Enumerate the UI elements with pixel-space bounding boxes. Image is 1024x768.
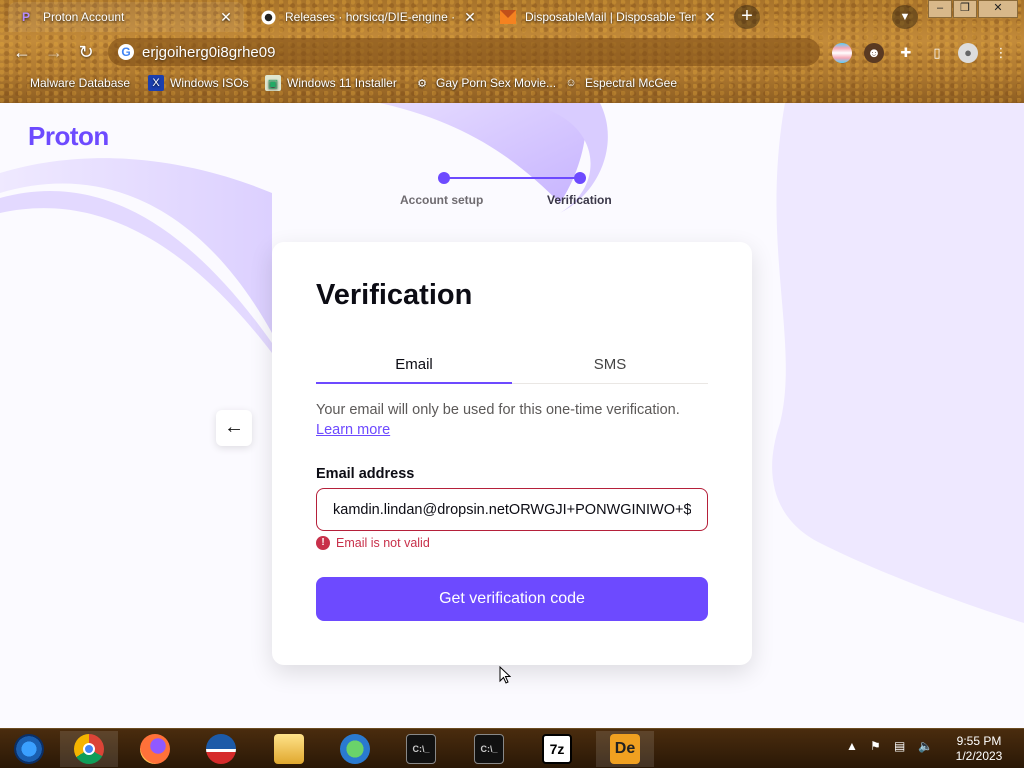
info-text-block: Your email will only be used for this on… [316,400,716,440]
image-icon: ▣ [265,75,281,91]
google-icon: G [118,44,134,60]
bookmark-label: Windows 11 Installer [287,76,397,90]
get-verification-code-button[interactable]: Get verification code [316,577,708,621]
taskbar: C:\_ C:\_ 7z De ▲ ⚑ ▤ 🔈 9:55 PM 1/2/2023 [0,728,1024,768]
browser-chrome: P Proton Account ✕ Releases · horsicq/DI… [0,0,1024,103]
mail-favicon-icon [500,9,516,25]
tab-title: Proton Account [43,10,125,24]
flag-icon[interactable]: ⚑ [870,739,881,753]
reel-icon: ⚙ [417,77,427,90]
tab-title: DisposableMail | Disposable Temp [525,10,696,24]
step-label-account-setup: Account setup [400,193,484,207]
bookmark-label: Espectral McGee [585,76,678,90]
avatar-extension-icon[interactable]: ☻ [864,43,884,63]
minimize-icon[interactable]: – [928,0,952,18]
back-arrow-icon[interactable]: ← [10,40,34,64]
file-explorer-taskbar-icon[interactable] [260,731,318,767]
url-text: erjgoiherg0i8grhe09 [142,43,276,61]
network-taskbar-icon[interactable] [326,731,384,767]
system-clock[interactable]: 9:55 PM 1/2/2023 [946,734,1012,764]
restore-icon[interactable]: ❐ [953,0,977,18]
tab-email[interactable]: Email [316,352,512,384]
bookmark-label: Malware Database [30,76,131,90]
side-panel-icon[interactable]: ▯ [927,43,947,63]
email-error: ! Email is not valid [316,536,430,550]
bookmark-windows-isos[interactable]: X Windows ISOs [148,75,249,91]
bookmark-movie-site[interactable]: ⚙ Gay Porn Sex Movie... [414,75,556,91]
email-field[interactable] [316,488,708,531]
close-tab-icon[interactable]: ✕ [218,9,234,26]
stepper-line [444,177,580,179]
profile-icon[interactable]: ● [958,43,978,63]
close-tab-icon[interactable]: ✕ [462,9,478,26]
x-icon: X [148,75,164,91]
proton-logo[interactable]: Proton [28,121,109,152]
show-hidden-icons-icon[interactable]: ▲ [846,739,858,753]
volume-icon[interactable]: 🔈 [918,739,933,753]
clock-time: 9:55 PM [956,734,1002,748]
step-label-verification: Verification [547,193,612,207]
email-field-label: Email address [316,466,415,482]
kebab-menu-icon[interactable]: ⋮ [991,43,1011,63]
puzzle-icon[interactable]: ✚ [896,43,916,63]
tab-sms[interactable]: SMS [512,352,708,384]
info-text: Your email will only be used for this on… [316,402,680,418]
progress-stepper: Account setup Verification [390,171,630,211]
7zip-taskbar-icon[interactable]: 7z [528,731,586,767]
proton-favicon-icon: P [21,10,30,24]
folder-icon [16,75,24,91]
clock-date: 1/2/2023 [955,749,1003,763]
card-title: Verification [316,279,473,311]
close-tab-icon[interactable]: ✕ [702,9,718,26]
address-bar[interactable]: G erjgoiherg0i8grhe09 [108,38,820,66]
network-status-icon[interactable]: ▤ [894,739,905,753]
chrome-taskbar-icon[interactable] [60,731,118,767]
bookmark-espectral-mcgee[interactable]: ☺ Espectral McGee [563,75,677,91]
new-tab-icon[interactable]: + [734,5,760,29]
die-taskbar-icon[interactable]: De [596,731,654,767]
reload-icon[interactable]: ↻ [74,40,98,64]
obama-logo-taskbar-icon[interactable] [192,731,250,767]
step-dot-account-setup [438,172,450,184]
arrow-left-icon: ← [224,416,244,438]
back-button[interactable]: ← [216,410,252,446]
bookmark-label: Windows ISOs [170,76,249,90]
github-favicon-icon [260,9,276,25]
firefox-taskbar-icon[interactable] [126,731,184,767]
tab-proton-account[interactable]: P Proton Account ✕ [8,2,244,32]
error-icon: ! [316,536,330,550]
tab-releases[interactable]: Releases · horsicq/DIE-engine · G ✕ [250,2,488,32]
nav-bar: ← → ↻ G erjgoiherg0i8grhe09 ☻ ✚ ▯ ● ⋮ [0,34,1024,70]
forward-arrow-icon[interactable]: → [42,40,66,64]
tab-title: Releases · horsicq/DIE-engine · G [285,10,456,24]
proton-page: Proton Account setup Verification ← Veri… [0,103,1024,728]
tab-disposablemail[interactable]: DisposableMail | Disposable Temp ✕ [490,2,728,32]
mouse-cursor-icon [499,666,511,684]
flag-extension-icon[interactable] [832,43,852,63]
cmd-taskbar-icon[interactable]: C:\_ [392,731,450,767]
bookmark-windows-11-installer[interactable]: ▣ Windows 11 Installer [265,75,397,91]
chevron-down-icon[interactable]: ▼ [892,5,918,29]
verification-card: Verification Email SMS Your email will o… [272,242,752,665]
learn-more-link[interactable]: Learn more [316,422,390,438]
error-text: Email is not valid [336,536,430,550]
bookmark-malware-database[interactable]: Malware Database [16,75,130,91]
character-icon: ☺ [565,77,577,89]
bookmark-label: Gay Porn Sex Movie... [436,76,557,90]
cmd-taskbar-icon-2[interactable]: C:\_ [460,731,518,767]
bookmarks-bar: Malware Database X Windows ISOs ▣ Window… [0,72,1024,96]
tab-strip: P Proton Account ✕ Releases · horsicq/DI… [0,0,1024,34]
start-orb-icon[interactable] [0,731,58,767]
step-dot-verification [574,172,586,184]
verification-method-tabs: Email SMS [316,352,708,384]
close-window-icon[interactable]: ✕ [978,0,1018,18]
